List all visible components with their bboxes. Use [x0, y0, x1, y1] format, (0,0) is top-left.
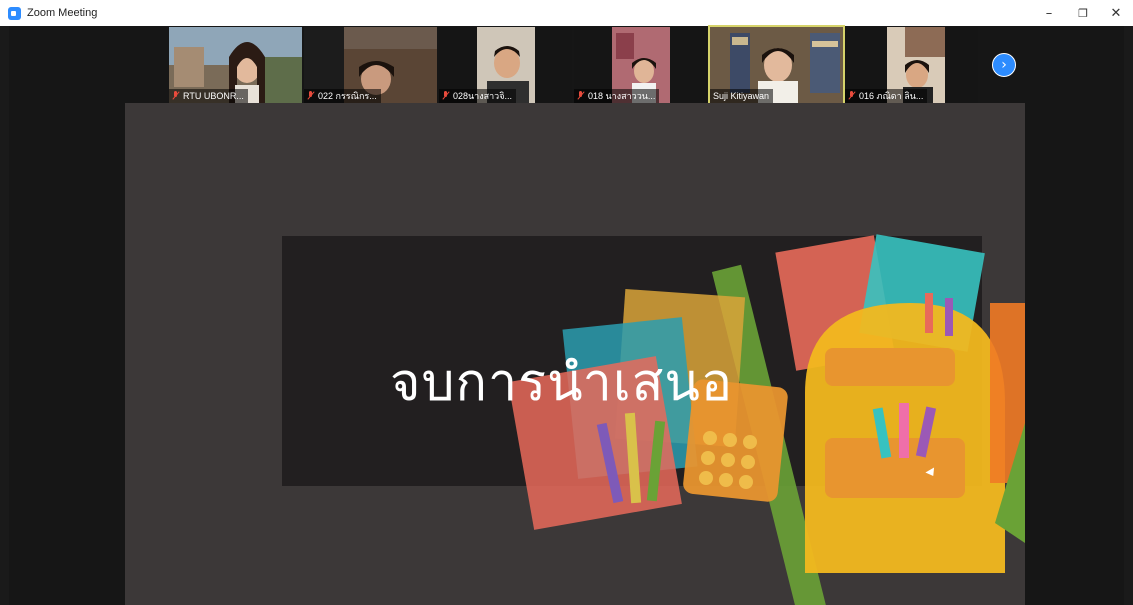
window-title: Zoom Meeting [27, 7, 98, 19]
restore-button[interactable]: ❐ [1066, 0, 1100, 26]
slide-title: จบการนำเสนอ [390, 353, 734, 413]
next-page-button[interactable]: › [992, 53, 1016, 77]
participant-tile[interactable]: 018 นางสาววน... [574, 27, 707, 103]
participant-name-label: 016 ภณิดา ลิน... [845, 89, 928, 103]
meeting-stage: RTU UBONR... 022 กรรณิกร... 028นางสาวจิ.… [9, 25, 1124, 605]
participant-tile[interactable]: 022 กรรณิกร... [304, 27, 437, 103]
participant-name-label: 028นางสาวจิ... [439, 89, 516, 103]
muted-mic-icon [307, 91, 314, 100]
muted-mic-icon [172, 91, 179, 100]
participant-name-label: 018 นางสาววน... [574, 89, 660, 103]
close-button[interactable]: ✕ [1099, 0, 1133, 26]
window-title-bar: Zoom Meeting – ❐ ✕ [0, 0, 1133, 26]
participant-name-label: Suji Kitiyawan [710, 89, 774, 103]
participant-tile[interactable]: RTU UBONR... [169, 27, 302, 103]
participant-name-label: RTU UBONR... [169, 89, 248, 103]
shared-screen-slide: จบการนำเสนอ [125, 103, 1025, 605]
participant-gallery-strip: RTU UBONR... 022 กรรณิกร... 028นางสาวจิ.… [169, 25, 989, 105]
participant-tile-active-speaker[interactable]: Suji Kitiyawan [708, 25, 845, 105]
muted-mic-icon [577, 91, 584, 100]
participant-tile[interactable]: 016 ภณิดา ลิน... [845, 27, 978, 103]
muted-mic-icon [442, 91, 449, 100]
zoom-app-icon [8, 6, 21, 20]
participant-tile[interactable]: 028นางสาวจิ... [439, 27, 572, 103]
muted-mic-icon [848, 91, 855, 100]
minimize-button[interactable]: – [1032, 0, 1066, 26]
participant-name-label: 022 กรรณิกร... [304, 89, 381, 103]
